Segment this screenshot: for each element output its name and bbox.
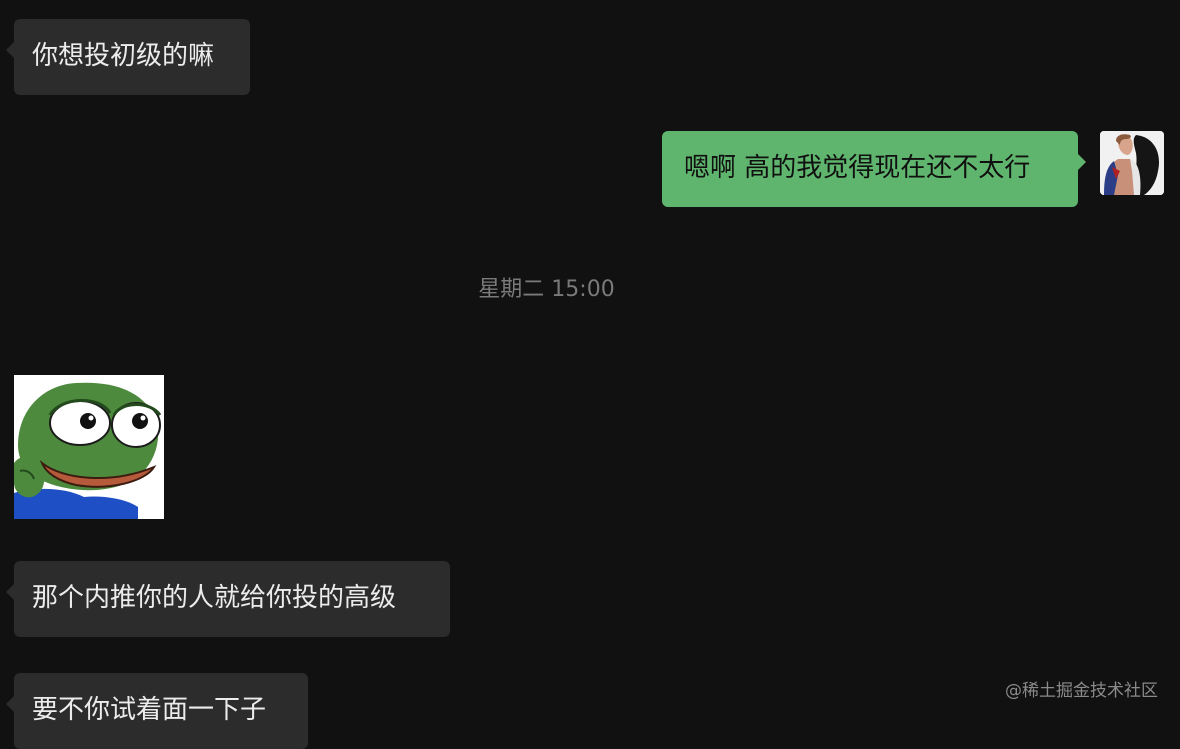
message-text: 要不你试着面一下子: [32, 695, 267, 725]
message-bubble-incoming[interactable]: 那个内推你的人就给你投的高级: [6, 561, 450, 637]
message-bubble-incoming[interactable]: 要不你试着面一下子: [6, 673, 308, 749]
message-text: 那个内推你的人就给你投的高级: [32, 583, 397, 613]
message-text: 你想投初级的嘛: [32, 41, 215, 71]
message-text: 嗯啊 高的我觉得现在还不太行: [684, 153, 1031, 183]
bubble-tail: [6, 42, 14, 58]
sticker-image: [14, 375, 164, 519]
timestamp: 星期二 15:00: [478, 277, 615, 302]
user-avatar-icon[interactable]: [1100, 131, 1164, 195]
pepe-frog-sticker-icon[interactable]: [14, 375, 164, 519]
watermark: @稀土掘金技术社区: [1005, 681, 1158, 701]
bubble-tail: [1078, 154, 1086, 170]
avatar-image: [1100, 131, 1164, 195]
bubble-tail: [6, 584, 14, 600]
bubble-tail: [6, 696, 14, 712]
message-bubble-incoming[interactable]: 你想投初级的嘛: [6, 19, 250, 95]
message-bubble-outgoing[interactable]: 嗯啊 高的我觉得现在还不太行: [662, 131, 1086, 207]
